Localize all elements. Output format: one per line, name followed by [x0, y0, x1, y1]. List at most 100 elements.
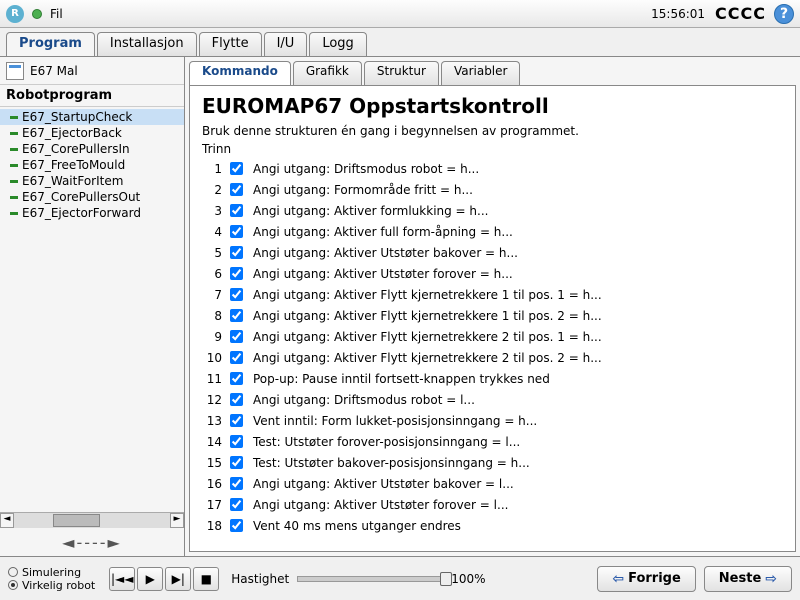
bottombar: Simulering Virkelig robot |◄◄ ▶ ▶| ■ Has…	[0, 556, 800, 600]
tree-bullet-icon	[10, 164, 18, 167]
step-checkbox[interactable]	[230, 456, 243, 469]
tab-installasjon[interactable]: Installasjon	[97, 32, 197, 56]
tab-logg[interactable]: Logg	[309, 32, 366, 56]
step-text: Angi utgang: Aktiver Utstøter bakover = …	[253, 477, 514, 491]
tree-bullet-icon	[10, 196, 18, 199]
subtab-kommando[interactable]: Kommando	[189, 61, 291, 85]
step-row: 11Pop-up: Pause inntil fortsett-knappen …	[202, 368, 783, 389]
step-checkbox[interactable]	[230, 519, 243, 532]
scroll-right-icon[interactable]: ►	[170, 513, 184, 528]
subtab-grafikk[interactable]: Grafikk	[293, 61, 362, 85]
step-checkbox[interactable]	[230, 498, 243, 511]
mode-sim[interactable]: Simulering	[8, 566, 95, 579]
tree-bullet-icon	[10, 132, 18, 135]
h-scrollbar[interactable]: ◄ ►	[0, 512, 184, 528]
step-row: 7 Angi utgang: Aktiver Flytt kjernetrekke…	[202, 284, 783, 305]
step-checkbox[interactable]	[230, 435, 243, 448]
step-row: 4 Angi utgang: Aktiver full form-åpning =…	[202, 221, 783, 242]
step-checkbox[interactable]	[230, 393, 243, 406]
tree-item[interactable]: E67_FreeToMould	[0, 157, 184, 173]
menu-file[interactable]: Fil	[50, 7, 63, 21]
step-text: Angi utgang: Driftsmodus robot = l...	[253, 393, 475, 407]
speed-slider[interactable]	[297, 576, 447, 582]
step-number: 7	[202, 288, 222, 302]
step-number: 10	[202, 351, 222, 365]
tree-item[interactable]: E67_CorePullersOut	[0, 189, 184, 205]
step-number: 4	[202, 225, 222, 239]
step-text: Vent 40 ms mens utganger endres	[253, 519, 461, 533]
topbar: R Fil 15:56:01 CCCC ?	[0, 0, 800, 28]
tab-iu[interactable]: I/U	[264, 32, 308, 56]
step-row: 1Angi utgang: Driftsmodus robot = h...	[202, 158, 783, 179]
step-checkbox[interactable]	[230, 414, 243, 427]
tree-bullet-icon	[10, 148, 18, 151]
stop-button[interactable]: ■	[193, 567, 219, 591]
step-number: 6	[202, 267, 222, 281]
tree-item-label: E67_EjectorForward	[22, 206, 141, 220]
tree-item[interactable]: E67_EjectorBack	[0, 125, 184, 141]
tab-program[interactable]: Program	[6, 32, 95, 56]
step-number: 18	[202, 519, 222, 533]
step-text: Vent inntil: Form lukket-posisjonsinngan…	[253, 414, 537, 428]
step-row: 8Angi utgang: Aktiver Flytt kjernetrekke…	[202, 305, 783, 326]
tree-item-label: E67_CorePullersOut	[22, 190, 140, 204]
step-checkbox[interactable]	[230, 309, 243, 322]
step-text: Angi utgang: Aktiver Utstøter forover = …	[253, 267, 513, 281]
step-row: 3Angi utgang: Aktiver formlukking = h...	[202, 200, 783, 221]
tree-item-label: E67_WaitForItem	[22, 174, 123, 188]
step-text: Angi utgang: Aktiver Utstøter bakover = …	[253, 246, 518, 260]
step-number: 2	[202, 183, 222, 197]
step-checkbox[interactable]	[230, 162, 243, 175]
step-button[interactable]: ▶|	[165, 567, 191, 591]
step-text: Angi utgang: Aktiver Flytt kjernetrekker…	[253, 288, 602, 302]
next-button[interactable]: Neste⇨	[704, 566, 792, 592]
step-row: 6 Angi utgang: Aktiver Utstøter forover =…	[202, 263, 783, 284]
program-tree[interactable]: E67_StartupCheckE67_EjectorBackE67_CoreP…	[0, 107, 184, 512]
tree-item[interactable]: E67_WaitForItem	[0, 173, 184, 189]
step-row: 2 Angi utgang: Formområde fritt = h...	[202, 179, 783, 200]
left-panel: E67 Mal Robotprogram E67_StartupCheckE67…	[0, 57, 185, 556]
step-checkbox[interactable]	[230, 183, 243, 196]
clock: 15:56:01	[651, 7, 705, 21]
description: Bruk denne strukturen én gang i begynnel…	[202, 124, 783, 138]
step-checkbox[interactable]	[230, 330, 243, 343]
step-checkbox[interactable]	[230, 351, 243, 364]
rewind-button[interactable]: |◄◄	[109, 567, 135, 591]
disk-icon[interactable]	[6, 62, 24, 80]
step-checkbox[interactable]	[230, 372, 243, 385]
subtab-variabler[interactable]: Variabler	[441, 61, 521, 85]
tree-item[interactable]: E67_EjectorForward	[0, 205, 184, 221]
tree-bullet-icon	[10, 116, 18, 119]
step-number: 14	[202, 435, 222, 449]
step-row: 5Angi utgang: Aktiver Utstøter bakover =…	[202, 242, 783, 263]
main-tabs: Program Installasjon Flytte I/U Logg	[6, 32, 800, 56]
step-row: 17Angi utgang: Aktiver Utstøter forover …	[202, 494, 783, 515]
step-row: 16Angi utgang: Aktiver Utstøter bakover …	[202, 473, 783, 494]
scroll-left-icon[interactable]: ◄	[0, 513, 14, 528]
step-text: Angi utgang: Aktiver full form-åpning = …	[253, 225, 513, 239]
mode-real[interactable]: Virkelig robot	[8, 579, 95, 592]
step-text: Angi utgang: Aktiver formlukking = h...	[253, 204, 488, 218]
step-text: Angi utgang: Formområde fritt = h...	[253, 183, 473, 197]
tree-item[interactable]: E67_CorePullersIn	[0, 141, 184, 157]
step-checkbox[interactable]	[230, 225, 243, 238]
help-icon[interactable]: ?	[774, 4, 794, 24]
speed-value: 100%	[451, 572, 485, 586]
step-checkbox[interactable]	[230, 204, 243, 217]
step-checkbox[interactable]	[230, 477, 243, 490]
step-checkbox[interactable]	[230, 288, 243, 301]
subtab-struktur[interactable]: Struktur	[364, 61, 439, 85]
tree-item[interactable]: E67_StartupCheck	[0, 109, 184, 125]
step-checkbox[interactable]	[230, 246, 243, 259]
tree-header: Robotprogram	[0, 85, 184, 107]
tab-flytte[interactable]: Flytte	[199, 32, 262, 56]
prev-button[interactable]: ⇦Forrige	[597, 566, 695, 592]
tree-item-label: E67_FreeToMould	[22, 158, 125, 172]
sub-tabs: Kommando Grafikk Struktur Variabler	[189, 61, 800, 85]
step-text: Angi utgang: Aktiver Flytt kjernetrekker…	[253, 351, 602, 365]
nav-arrows[interactable]: ◄----►	[0, 528, 184, 556]
step-checkbox[interactable]	[230, 267, 243, 280]
step-text: Pop-up: Pause inntil fortsett-knappen tr…	[253, 372, 550, 386]
play-button[interactable]: ▶	[137, 567, 163, 591]
tree-bullet-icon	[10, 180, 18, 183]
